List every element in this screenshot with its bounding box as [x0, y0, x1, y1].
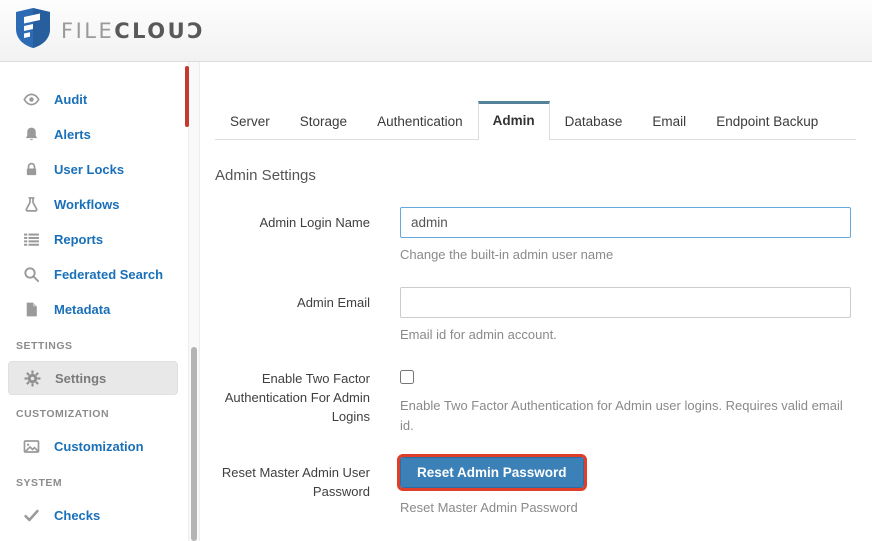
admin-email-label: Admin Email	[297, 294, 370, 310]
sidebar-item-user-locks[interactable]: User Locks	[0, 152, 188, 187]
main-content: Server Storage Authentication Admin Data…	[200, 62, 872, 541]
sidebar-section-system: SYSTEM	[16, 477, 63, 489]
eye-icon	[22, 91, 40, 109]
sidebar-item-label: Workflows	[54, 197, 120, 212]
form-row-reset-admin-password: Reset Master Admin User Password Reset A…	[215, 454, 856, 518]
sidebar: Audit Alerts User Locks Workflows Report…	[0, 62, 188, 541]
two-factor-help: Enable Two Factor Authentication for Adm…	[400, 398, 843, 433]
tab-endpoint-backup[interactable]: Endpoint Backup	[701, 101, 833, 140]
brand-prefix: FILE	[61, 18, 115, 43]
sidebar-scrollbar-thumb[interactable]	[191, 347, 197, 541]
sidebar-item-metadata[interactable]: Metadata	[0, 292, 188, 327]
sidebar-item-label: User Locks	[54, 162, 125, 177]
form-row-admin-email: Admin Email Email id for admin account.	[215, 286, 856, 345]
flask-icon	[22, 196, 40, 214]
brand-suffix: CLOUƆ	[114, 18, 206, 43]
sidebar-item-label: Metadata	[54, 302, 111, 317]
sidebar-item-customization[interactable]: Customization	[0, 429, 188, 464]
sidebar-item-checks[interactable]: Checks	[0, 498, 188, 533]
app-header: FILECLOUƆ	[0, 0, 872, 62]
settings-tabbar: Server Storage Authentication Admin Data…	[215, 100, 856, 140]
red-annotation-marker	[185, 66, 189, 127]
sidebar-item-label: Customization	[54, 439, 144, 454]
sidebar-item-alerts[interactable]: Alerts	[0, 117, 188, 152]
tab-email[interactable]: Email	[637, 101, 701, 140]
form-row-two-factor: Enable Two Factor Authentication For Adm…	[215, 366, 856, 435]
sidebar-item-audit[interactable]: Audit	[0, 82, 188, 117]
reset-admin-password-button[interactable]: Reset Admin Password	[397, 454, 587, 491]
tab-admin[interactable]: Admin	[477, 101, 550, 140]
filecloud-logo[interactable]: FILECLOUƆ	[14, 7, 205, 54]
sidebar-item-label: Checks	[54, 508, 101, 523]
filecloud-admin-window: FILECLOUƆ Audit Alerts User Locks Workfl…	[0, 0, 872, 541]
search-icon	[22, 266, 40, 284]
sidebar-item-reports[interactable]: Reports	[0, 222, 188, 257]
gear-icon	[23, 369, 41, 387]
reset-admin-password-help: Reset Master Admin Password	[400, 500, 578, 515]
document-icon	[22, 301, 40, 319]
sidebar-nav: Audit Alerts User Locks Workflows Report…	[0, 62, 188, 541]
two-factor-label: Enable Two Factor Authentication For Adm…	[224, 371, 370, 424]
page-title: Admin Settings	[215, 167, 316, 184]
filecloud-shield-icon	[14, 7, 52, 54]
sidebar-item-label: Reports	[54, 232, 104, 247]
lock-icon	[22, 161, 40, 179]
admin-login-name-input[interactable]	[400, 207, 851, 238]
sidebar-item-workflows[interactable]: Workflows	[0, 187, 188, 222]
admin-login-name-label: Admin Login Name	[259, 215, 370, 230]
admin-email-input[interactable]	[400, 286, 851, 318]
tab-server[interactable]: Server	[215, 101, 285, 140]
two-factor-checkbox[interactable]	[400, 370, 414, 384]
sidebar-section-settings: SETTINGS	[16, 340, 73, 352]
sidebar-item-settings[interactable]: Settings	[8, 361, 178, 395]
sidebar-section-customization: CUSTOMIZATION	[16, 408, 110, 420]
reset-admin-password-label: Reset Master Admin User Password	[221, 465, 370, 499]
brand-wordmark: FILECLOUƆ	[61, 19, 205, 43]
tab-authentication[interactable]: Authentication	[362, 101, 478, 140]
image-icon	[22, 438, 40, 456]
tab-storage[interactable]: Storage	[285, 101, 362, 140]
sidebar-item-label: Audit	[54, 92, 88, 107]
sidebar-item-label: Federated Search	[54, 267, 164, 282]
check-icon	[22, 507, 40, 525]
form-row-admin-login-name: Admin Login Name Change the built-in adm…	[215, 207, 856, 265]
sidebar-item-upgrade[interactable]: Upgrade	[0, 533, 188, 541]
admin-email-help: Email id for admin account.	[400, 326, 557, 342]
sidebar-item-federated-search[interactable]: Federated Search	[0, 257, 188, 292]
sidebar-item-label: Settings	[55, 370, 107, 386]
bell-icon	[22, 126, 40, 144]
tab-database[interactable]: Database	[550, 101, 638, 140]
sidebar-item-label: Alerts	[54, 127, 91, 142]
admin-login-name-help: Change the built-in admin user name	[400, 247, 614, 262]
list-icon	[22, 231, 40, 249]
